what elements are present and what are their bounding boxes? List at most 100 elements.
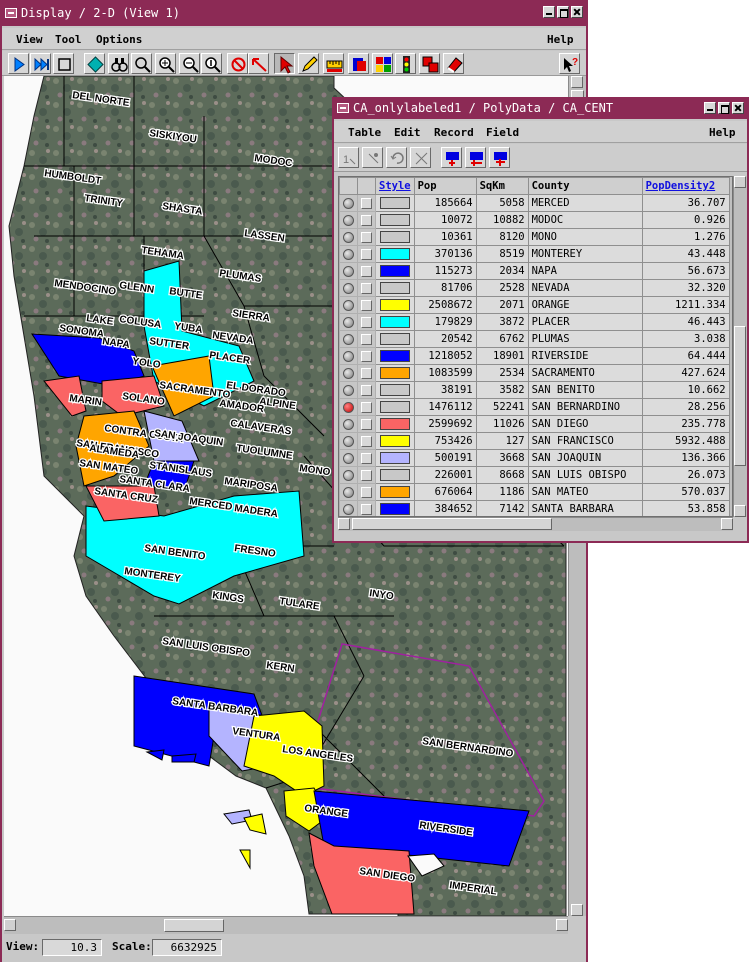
menu-record[interactable]: Record xyxy=(434,126,474,139)
style-swatch[interactable] xyxy=(380,469,410,481)
pop-cell[interactable]: 676064 xyxy=(413,483,477,501)
record-select-icon[interactable] xyxy=(343,299,354,311)
menu-view[interactable]: View xyxy=(16,33,43,46)
sqkm-cell[interactable]: 1186 xyxy=(475,483,529,501)
county-cell[interactable]: RIVERSIDE xyxy=(527,347,643,365)
style-cell[interactable] xyxy=(375,296,415,314)
pop-cell[interactable]: 500191 xyxy=(413,449,477,467)
row-check-cell[interactable] xyxy=(357,330,376,348)
table-star-button[interactable] xyxy=(489,147,510,168)
style-cell[interactable] xyxy=(375,449,415,467)
table-vertical-scrollbar[interactable] xyxy=(733,176,747,517)
row-check-cell[interactable] xyxy=(357,245,376,263)
pointer-button[interactable] xyxy=(274,53,295,74)
record-select-icon[interactable] xyxy=(343,265,354,277)
sqkm-cell[interactable]: 3872 xyxy=(475,313,529,331)
table-scroll-up-icon[interactable] xyxy=(734,176,746,188)
record-checkbox[interactable] xyxy=(361,231,372,243)
record-checkbox[interactable] xyxy=(361,384,372,396)
row-select-cell[interactable] xyxy=(339,415,358,433)
sqkm-cell[interactable]: 8668 xyxy=(475,466,529,484)
record-select-icon[interactable] xyxy=(343,333,354,345)
style-swatch[interactable] xyxy=(380,418,410,430)
row-select-cell[interactable] xyxy=(339,211,358,229)
style-swatch[interactable] xyxy=(380,197,410,209)
popdensity-cell[interactable]: 64.444 xyxy=(641,347,730,365)
popdensity-cell[interactable]: 26.073 xyxy=(641,466,730,484)
table-minimize-icon[interactable] xyxy=(704,102,716,114)
popdensity-cell[interactable]: 10.662 xyxy=(641,381,730,399)
stack-button[interactable] xyxy=(419,53,440,74)
sqkm-cell[interactable]: 8519 xyxy=(475,245,529,263)
table-scroll-left-icon[interactable] xyxy=(338,518,350,530)
row-check-cell[interactable] xyxy=(357,279,376,297)
sqkm-cell[interactable]: 2034 xyxy=(475,262,529,280)
table-row[interactable]: 115273 2034 NAPA 56.673 xyxy=(339,262,730,280)
hand-zoom-button[interactable] xyxy=(131,53,152,74)
style-swatch[interactable] xyxy=(380,401,410,413)
sqkm-cell[interactable]: 2071 xyxy=(475,296,529,314)
play-button[interactable] xyxy=(8,53,29,74)
layers-color-button[interactable] xyxy=(372,53,393,74)
pop-cell[interactable]: 370136 xyxy=(413,245,477,263)
table-vscroll-thumb[interactable] xyxy=(734,326,746,466)
style-swatch[interactable] xyxy=(380,316,410,328)
sqkm-cell[interactable]: 7142 xyxy=(475,500,529,516)
popdensity-cell[interactable]: 56.673 xyxy=(641,262,730,280)
style-swatch[interactable] xyxy=(380,384,410,396)
row-select-cell[interactable] xyxy=(339,500,358,516)
row-select-cell[interactable] xyxy=(339,364,358,382)
style-swatch[interactable] xyxy=(380,248,410,260)
sqkm-cell[interactable]: 6762 xyxy=(475,330,529,348)
record-checkbox[interactable] xyxy=(361,418,372,430)
popdensity-cell[interactable]: 46.443 xyxy=(641,313,730,331)
row-check-cell[interactable] xyxy=(357,194,376,212)
record-checkbox[interactable] xyxy=(361,197,372,209)
record-checkbox[interactable] xyxy=(361,350,372,362)
pop-cell[interactable]: 10361 xyxy=(413,228,477,246)
table-row[interactable]: 676064 1186 SAN MATEO 570.037 xyxy=(339,483,730,501)
style-cell[interactable] xyxy=(375,245,415,263)
record-select-icon[interactable] xyxy=(343,197,354,209)
table-row[interactable]: 384652 7142 SANTA BARBARA 53.858 xyxy=(339,500,730,516)
style-swatch[interactable] xyxy=(380,333,410,345)
record-checkbox[interactable] xyxy=(361,469,372,481)
row-select-cell[interactable] xyxy=(339,398,358,416)
table-horizontal-scrollbar[interactable] xyxy=(338,517,733,531)
popdensity-cell[interactable]: 53.858 xyxy=(641,500,730,516)
style-cell[interactable] xyxy=(375,398,415,416)
style-cell[interactable] xyxy=(375,347,415,365)
record-select-icon[interactable] xyxy=(343,367,354,379)
record-select-icon[interactable] xyxy=(343,503,354,515)
eraser-button[interactable] xyxy=(443,53,464,74)
row-check-cell[interactable] xyxy=(357,228,376,246)
county-cell[interactable]: NAPA xyxy=(527,262,643,280)
pop-cell[interactable]: 1083599 xyxy=(413,364,477,382)
style-cell[interactable] xyxy=(375,381,415,399)
popdensity-cell[interactable]: 570.037 xyxy=(641,483,730,501)
row-select-cell[interactable] xyxy=(339,245,358,263)
pop-cell[interactable]: 384652 xyxy=(413,500,477,516)
ruler-button[interactable] xyxy=(323,53,344,74)
record-select-icon[interactable] xyxy=(343,384,354,396)
style-cell[interactable] xyxy=(375,211,415,229)
record-select-icon[interactable] xyxy=(343,486,354,498)
row-select-cell[interactable] xyxy=(339,483,358,501)
style-cell[interactable] xyxy=(375,313,415,331)
style-cell[interactable] xyxy=(375,415,415,433)
county-cell[interactable]: MERCED xyxy=(527,194,643,212)
popdensity-cell[interactable]: 136.366 xyxy=(641,449,730,467)
pop-cell[interactable]: 81706 xyxy=(413,279,477,297)
style-cell[interactable] xyxy=(375,262,415,280)
row-select-cell[interactable] xyxy=(339,449,358,467)
popdensity-cell[interactable]: 28.256 xyxy=(641,398,730,416)
pop-cell[interactable]: 20542 xyxy=(413,330,477,348)
row-select-cell[interactable] xyxy=(339,296,358,314)
pop-cell[interactable]: 2508672 xyxy=(413,296,477,314)
record-checkbox[interactable] xyxy=(361,265,372,277)
table-row[interactable]: 1083599 2534 SACRAMENTO 427.624 xyxy=(339,364,730,382)
row-select-cell[interactable] xyxy=(339,228,358,246)
record-checkbox[interactable] xyxy=(361,248,372,260)
county-cell[interactable]: SAN BENITO xyxy=(527,381,643,399)
row-select-cell[interactable] xyxy=(339,432,358,450)
